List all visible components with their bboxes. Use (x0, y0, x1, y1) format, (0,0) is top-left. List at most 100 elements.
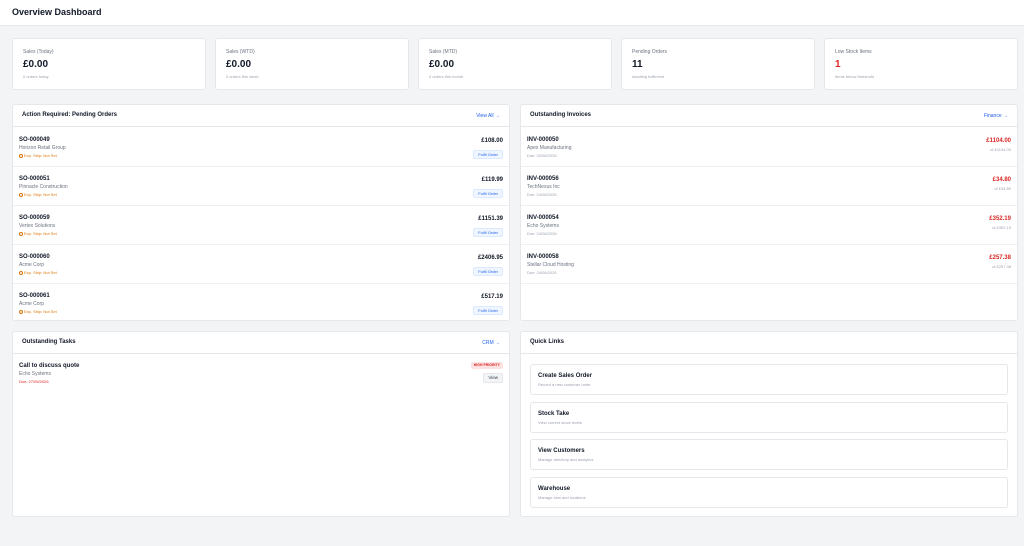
quick-link-desc: Record a new customer order (538, 382, 591, 387)
invoice-row[interactable]: INV-000050 Apex Manufacturing Due: 20/06… (521, 128, 1017, 167)
invoice-customer: Stellar Cloud Hosting (527, 262, 574, 268)
fulfil-order-button[interactable]: Fulfil Order (473, 306, 503, 315)
stat-card-sales-mtd: Sales (MTD) £0.00 0 orders this month (418, 38, 612, 90)
view-all-link[interactable]: View All → (476, 113, 500, 119)
order-id: SO-000059 (19, 215, 50, 221)
invoice-id: INV-000054 (527, 215, 559, 221)
warning-icon (19, 270, 23, 275)
order-amount: £1151.39 (478, 216, 503, 222)
priority-badge: HIGH PRIORITY (470, 362, 503, 369)
top-bar: Overview Dashboard (0, 0, 1024, 26)
stat-card-pending-orders: Pending Orders 11 Awaiting fulfilment (621, 38, 815, 90)
order-id: SO-000061 (19, 293, 50, 299)
quick-link-warehouse[interactable]: Warehouse Manage bins and locations (530, 477, 1008, 508)
quick-link-view-customers[interactable]: View Customers Manage directory and anal… (530, 439, 1008, 470)
ship-warning-text: Exp. Ship: Not Set (24, 192, 57, 197)
ship-warning-text: Exp. Ship: Not Set (24, 270, 57, 275)
ship-warning-text: Exp. Ship: Not Set (24, 309, 57, 314)
panel-title: Quick Links (530, 339, 565, 345)
pending-orders-panel: Action Required: Pending Orders View All… (12, 104, 510, 321)
pending-order-row[interactable]: SO-000051 Pinnacle Construction Exp. Shi… (13, 167, 509, 206)
invoice-customer: Echo Systems (527, 223, 559, 229)
invoice-due: Due: 24/06/2026 (527, 270, 557, 275)
task-customer: Echo Systems (19, 371, 51, 377)
order-id: SO-000049 (19, 137, 50, 143)
stat-label: Pending Orders (632, 49, 668, 55)
quick-link-create-sales-order[interactable]: Create Sales Order Record a new customer… (530, 364, 1008, 395)
invoice-total: of £34.80 (994, 186, 1011, 191)
stat-label: Sales (Today) (23, 49, 54, 55)
warning-icon (19, 231, 23, 236)
fulfil-order-button[interactable]: Fulfil Order (473, 267, 503, 276)
crm-link[interactable]: CRM → (482, 340, 500, 346)
order-customer: Acme Corp (19, 301, 45, 307)
invoice-amount: £1104.00 (986, 138, 1011, 144)
stat-value: £0.00 (429, 59, 455, 70)
panel-title: Action Required: Pending Orders (22, 112, 118, 118)
stat-card-low-stock: Low Stock Items 1 Items below threshold (824, 38, 1018, 90)
invoice-total: of £257.38 (992, 264, 1011, 269)
quick-link-desc: View current stock levels (538, 420, 582, 425)
invoice-amount: £257.38 (989, 255, 1011, 261)
quick-link-title: Create Sales Order (538, 373, 593, 379)
stat-card-sales-today: Sales (Today) £0.00 0 orders today (12, 38, 206, 90)
fulfil-order-button[interactable]: Fulfil Order (473, 150, 503, 159)
stat-card-sales-wtd: Sales (WTD) £0.00 0 orders this week (215, 38, 409, 90)
stat-value: £0.00 (23, 59, 49, 70)
pending-order-row[interactable]: SO-000061 Acme Corp Exp. Ship: Not Set £… (13, 284, 509, 323)
task-row[interactable]: Call to discuss quote Echo Systems Due: … (13, 355, 509, 391)
stat-label: Sales (MTD) (429, 49, 458, 55)
view-task-button[interactable]: View (483, 373, 503, 383)
warning-icon (19, 192, 23, 197)
warning-icon (19, 309, 23, 314)
invoice-customer: Apex Manufacturing (527, 145, 572, 151)
invoice-total: of £1104.00 (990, 147, 1011, 152)
quick-link-desc: Manage bins and locations (538, 495, 586, 500)
ship-warning: Exp. Ship: Not Set (19, 231, 57, 236)
pending-order-row[interactable]: SO-000060 Acme Corp Exp. Ship: Not Set £… (13, 245, 509, 284)
quick-link-desc: Manage directory and analytics (538, 457, 594, 462)
pending-order-row[interactable]: SO-000049 Horizon Retail Group Exp. Ship… (13, 128, 509, 167)
page-title: Overview Dashboard (12, 7, 102, 17)
ship-warning: Exp. Ship: Not Set (19, 153, 57, 158)
stat-value: 11 (632, 59, 643, 70)
order-amount: £119.99 (481, 177, 503, 183)
invoice-due: Due: 24/06/2026 (527, 231, 557, 236)
invoice-amount: £34.80 (992, 177, 1011, 183)
pending-order-row[interactable]: SO-000059 Vertex Solutions Exp. Ship: No… (13, 206, 509, 245)
invoice-total: of £352.19 (992, 225, 1011, 230)
order-customer: Horizon Retail Group (19, 145, 66, 151)
order-customer: Pinnacle Construction (19, 184, 68, 190)
stat-label: Sales (WTD) (226, 49, 255, 55)
finance-link[interactable]: Finance → (984, 113, 1008, 119)
quick-link-title: Warehouse (538, 486, 571, 492)
order-amount: £517.19 (481, 294, 503, 300)
ship-warning-text: Exp. Ship: Not Set (24, 153, 57, 158)
outstanding-invoices-panel: Outstanding Invoices Finance → INV-00005… (520, 104, 1018, 321)
panel-title: Outstanding Tasks (22, 339, 76, 345)
panel-header: Action Required: Pending Orders View All… (13, 105, 509, 127)
stat-subtext: 0 orders this week (226, 74, 259, 79)
order-customer: Vertex Solutions (19, 223, 56, 229)
quick-link-title: Stock Take (538, 411, 570, 417)
ship-warning: Exp. Ship: Not Set (19, 309, 57, 314)
invoice-row[interactable]: INV-000056 TechNexus Inc Due: 24/06/2026… (521, 167, 1017, 206)
order-amount: £108.00 (481, 138, 503, 144)
fulfil-order-button[interactable]: Fulfil Order (473, 189, 503, 198)
stat-subtext: 0 orders today (23, 74, 49, 79)
invoice-id: INV-000056 (527, 176, 559, 182)
ship-warning: Exp. Ship: Not Set (19, 192, 57, 197)
stat-subtext: Awaiting fulfilment (632, 74, 665, 79)
ship-warning-text: Exp. Ship: Not Set (24, 231, 57, 236)
invoice-customer: TechNexus Inc (527, 184, 560, 190)
panel-title: Outstanding Invoices (530, 112, 592, 118)
invoice-row[interactable]: INV-000054 Echo Systems Due: 24/06/2026 … (521, 206, 1017, 245)
order-amount: £2406.95 (477, 255, 503, 261)
outstanding-tasks-panel: Outstanding Tasks CRM → Call to discuss … (12, 331, 510, 517)
panel-header: Outstanding Tasks CRM → (13, 332, 509, 354)
panel-header: Quick Links (521, 332, 1017, 354)
invoice-row[interactable]: INV-000058 Stellar Cloud Hosting Due: 24… (521, 245, 1017, 284)
quick-link-title: View Customers (538, 448, 585, 454)
quick-link-stock-take[interactable]: Stock Take View current stock levels (530, 402, 1008, 433)
fulfil-order-button[interactable]: Fulfil Order (473, 228, 503, 237)
